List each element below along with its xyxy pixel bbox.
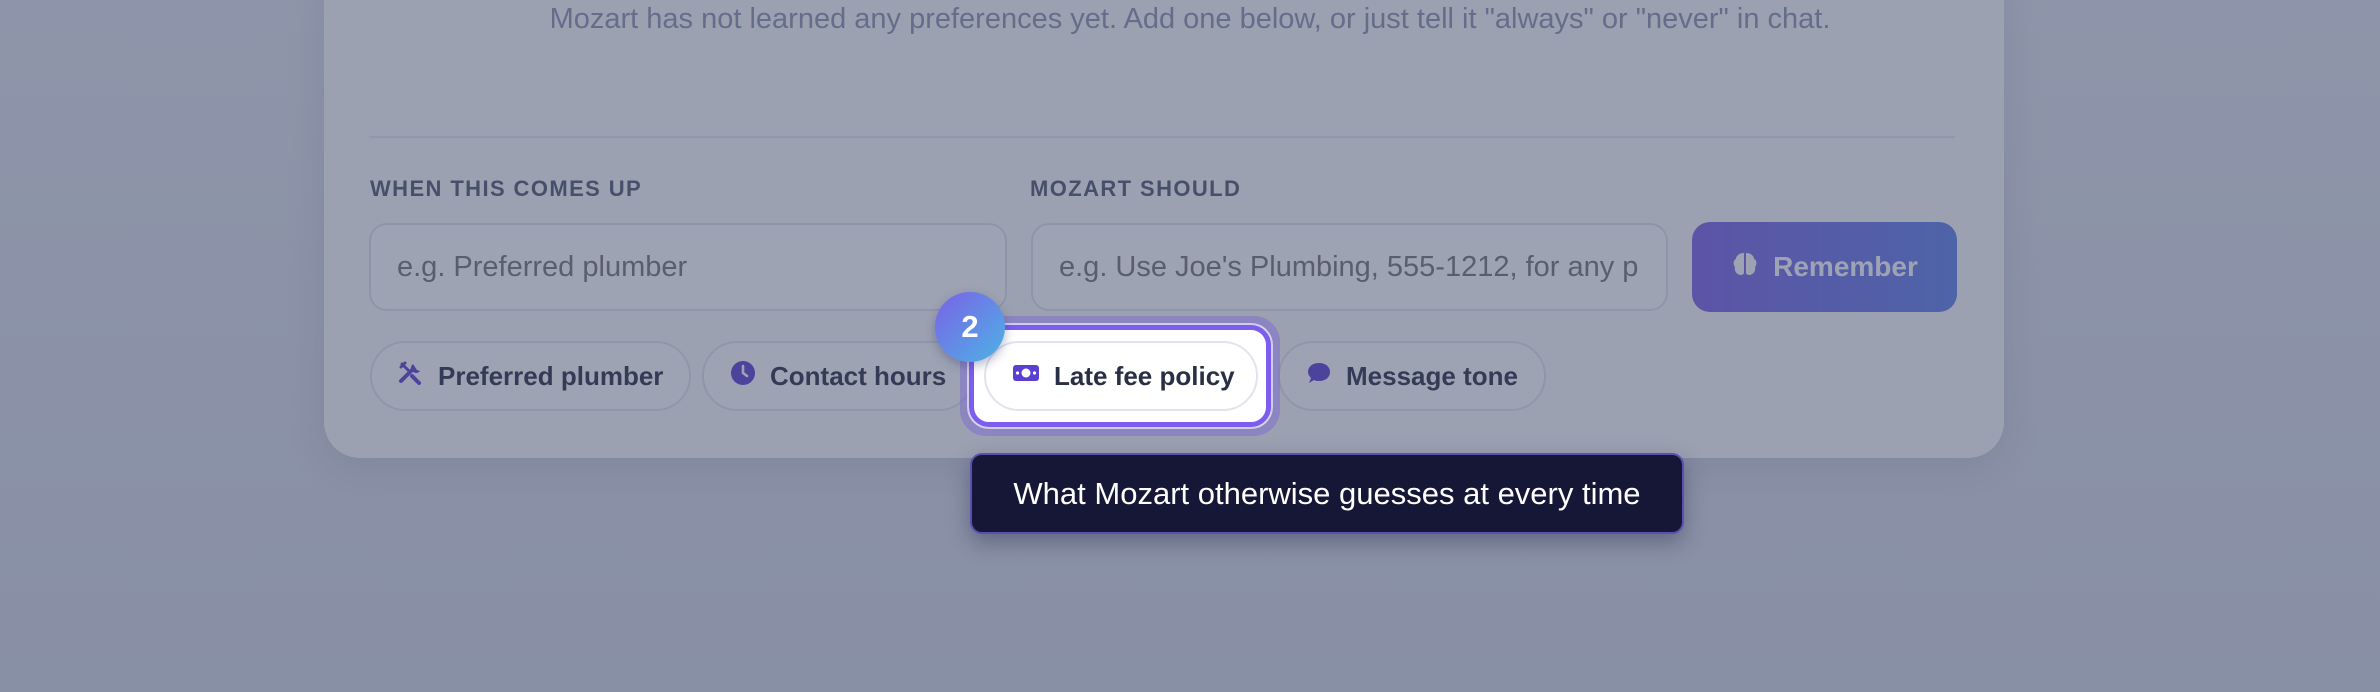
- tour-tooltip: What Mozart otherwise guesses at every t…: [970, 453, 1684, 534]
- suggestion-chip-label: Preferred plumber: [438, 360, 664, 391]
- trigger-label: WHEN THIS COMES UP: [370, 176, 643, 201]
- suggestion-chip-late-fee-policy[interactable]: Late fee policy: [984, 341, 1258, 411]
- action-input[interactable]: [1031, 223, 1668, 311]
- empty-state-message: Mozart has not learned any preferences y…: [549, 3, 1831, 35]
- brain-icon: [1731, 250, 1759, 285]
- suggestion-chip-preferred-plumber[interactable]: Preferred plumber: [370, 341, 692, 411]
- suggestion-chip-label: Late fee policy: [1054, 360, 1235, 391]
- tour-tooltip-text: What Mozart otherwise guesses at every t…: [1013, 475, 1641, 511]
- clock-icon: [730, 360, 756, 393]
- chat-bubble-icon: [1306, 360, 1332, 393]
- suggestion-chip-label: Contact hours: [770, 360, 947, 391]
- trigger-input[interactable]: [369, 223, 1007, 311]
- divider: [369, 136, 1955, 138]
- suggestion-chip-message-tone[interactable]: Message tone: [1278, 341, 1546, 411]
- suggestion-chip-contact-hours[interactable]: Contact hours: [702, 341, 975, 411]
- remember-button-label: Remember: [1773, 251, 1918, 282]
- action-label: MOZART SHOULD: [1030, 176, 1242, 201]
- money-icon: [1012, 361, 1040, 392]
- suggestion-chip-label: Message tone: [1346, 360, 1518, 391]
- tools-icon: [398, 360, 424, 393]
- remember-button[interactable]: Remember: [1692, 222, 1957, 312]
- tour-step-badge: 2: [935, 292, 1005, 362]
